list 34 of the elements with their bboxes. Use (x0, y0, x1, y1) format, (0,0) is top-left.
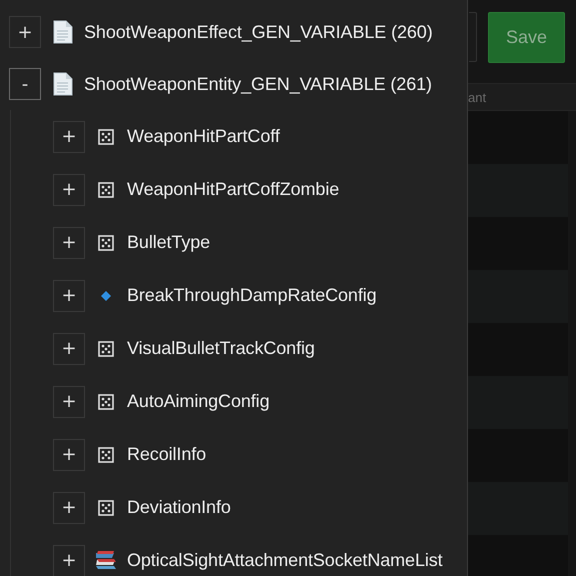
tree-item-label[interactable]: OpticalSightAttachmentSocketNameList (127, 550, 443, 571)
dice-icon (98, 500, 114, 516)
expand-toggle[interactable]: + (53, 174, 85, 206)
tree-item-label[interactable]: BreakThroughDampRateConfig (127, 285, 377, 306)
document-icon (52, 72, 72, 96)
books-icon (94, 550, 118, 572)
expand-toggle[interactable]: + (53, 544, 85, 576)
tree-item-label[interactable]: AutoAimingConfig (127, 391, 270, 412)
expand-toggle[interactable]: + (53, 386, 85, 418)
dice-icon (98, 234, 114, 250)
tree-item-label[interactable]: VisualBulletTrackConfig (127, 338, 315, 359)
expand-toggle[interactable]: + (53, 438, 85, 470)
tree-item-label[interactable]: RecoilInfo (127, 444, 206, 465)
expand-toggle[interactable]: - (9, 68, 41, 100)
input-field[interactable] (469, 12, 477, 62)
tree-item-label[interactable]: BulletType (127, 232, 210, 253)
tree-item-label[interactable]: ShootWeaponEffect_GEN_VARIABLE (260) (84, 22, 433, 42)
dice-icon (98, 340, 114, 356)
tree-item-label[interactable]: WeaponHitPartCoffZombie (127, 179, 340, 200)
expand-toggle[interactable]: + (53, 492, 85, 524)
expand-toggle[interactable]: + (53, 280, 85, 312)
expand-toggle[interactable]: + (53, 226, 85, 258)
tree-item-label[interactable]: WeaponHitPartCoff (127, 126, 280, 147)
document-icon (52, 20, 72, 44)
expand-toggle[interactable]: + (53, 120, 85, 152)
column-header: ant (468, 90, 486, 104)
dice-icon (98, 394, 114, 410)
dice-icon (98, 128, 114, 144)
tree-item-label[interactable]: ShootWeaponEntity_GEN_VARIABLE (261) (84, 74, 432, 94)
tree-item-label[interactable]: DeviationInfo (127, 497, 231, 518)
dice-icon (98, 182, 114, 198)
expand-toggle[interactable]: + (53, 332, 85, 364)
expand-toggle[interactable]: + (9, 16, 41, 48)
dice-icon (98, 446, 114, 462)
